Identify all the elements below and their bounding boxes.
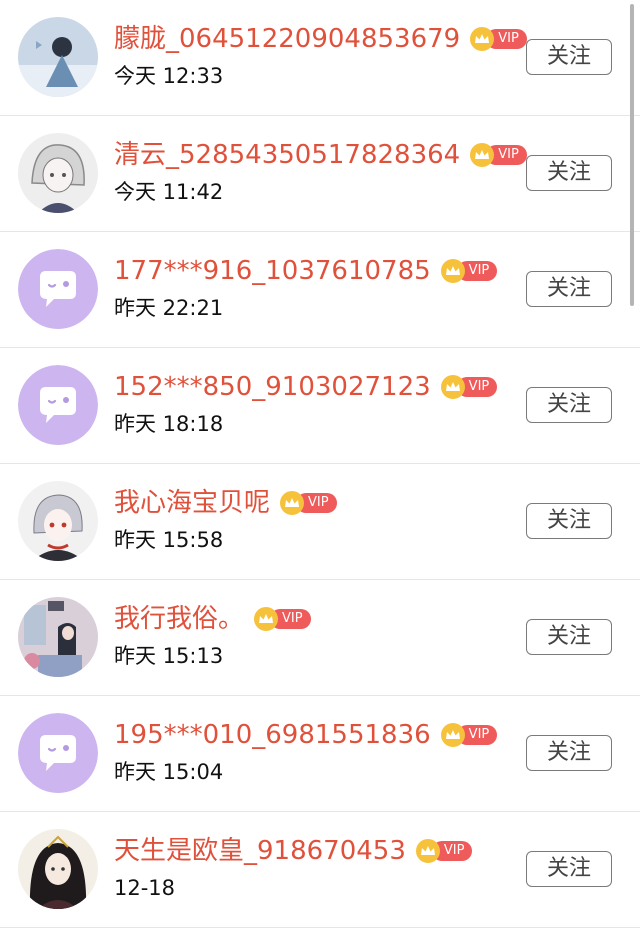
- list-item[interactable]: 我行我俗。 VIP 昨天 15:13 关注: [0, 580, 640, 696]
- crown-icon: [280, 491, 305, 515]
- name-line: 152***850_9103027123 VIP: [114, 370, 498, 404]
- anime-avatar-winter-icon: [18, 17, 98, 97]
- follow-time: 昨天 15:58: [114, 528, 224, 552]
- list-item[interactable]: 195***010_6981551836 VIP 昨天 15:04 关注: [0, 696, 640, 812]
- list-item[interactable]: 朦胧_06451220904853679 VIP 今天 12:33 关注: [0, 0, 640, 116]
- user-name[interactable]: 152***850_9103027123: [114, 370, 431, 404]
- follow-time: 12-18: [114, 876, 176, 900]
- name-line: 177***916_1037610785 VIP: [114, 254, 498, 288]
- follow-button[interactable]: 关注: [526, 503, 612, 539]
- crown-icon: [254, 607, 279, 631]
- follow-button[interactable]: 关注: [526, 155, 612, 191]
- vip-badge: VIP: [440, 723, 498, 747]
- scrollbar[interactable]: [630, 4, 634, 306]
- user-name[interactable]: 我行我俗。: [114, 602, 244, 636]
- crown-icon: [440, 723, 465, 747]
- vip-badge: VIP: [470, 143, 527, 167]
- follower-list: 朦胧_06451220904853679 VIP 今天 12:33 关注 清云_…: [0, 0, 640, 928]
- name-line: 我行我俗。 VIP: [114, 602, 311, 636]
- name-line: 195***010_6981551836 VIP: [114, 718, 498, 752]
- vip-badge: VIP: [470, 27, 527, 51]
- follow-button[interactable]: 关注: [526, 735, 612, 771]
- list-item[interactable]: 天生是欧皇_918670453 VIP 12-18 关注: [0, 812, 640, 928]
- follow-time: 昨天 15:13: [114, 644, 224, 668]
- avatar[interactable]: [18, 597, 98, 677]
- avatar[interactable]: [18, 713, 98, 793]
- follow-button[interactable]: 关注: [526, 39, 612, 75]
- crown-icon: [415, 839, 440, 863]
- name-line: 清云_52854350517828364 VIP: [114, 138, 527, 172]
- default-chat-avatar-icon: [18, 713, 98, 793]
- name-line: 朦胧_06451220904853679 VIP: [114, 22, 527, 56]
- avatar[interactable]: [18, 365, 98, 445]
- follow-time: 昨天 15:04: [114, 760, 224, 784]
- user-name[interactable]: 天生是欧皇_918670453: [114, 834, 406, 868]
- user-name[interactable]: 177***916_1037610785: [114, 254, 431, 288]
- follow-button[interactable]: 关注: [526, 387, 612, 423]
- list-item[interactable]: 我心海宝贝呢 VIP 昨天 15:58 关注: [0, 464, 640, 580]
- crown-icon: [440, 259, 465, 283]
- name-line: 天生是欧皇_918670453 VIP: [114, 834, 473, 868]
- anime-avatar-dark-hair-icon: [18, 829, 98, 909]
- vip-badge: VIP: [280, 491, 337, 515]
- anime-avatar-silver-hair-icon: [18, 481, 98, 561]
- follow-button[interactable]: 关注: [526, 619, 612, 655]
- follow-button[interactable]: 关注: [526, 271, 612, 307]
- name-line: 我心海宝贝呢 VIP: [114, 486, 337, 520]
- user-name[interactable]: 清云_52854350517828364: [114, 138, 460, 172]
- vip-badge: VIP: [254, 607, 311, 631]
- user-name[interactable]: 朦胧_06451220904853679: [114, 22, 460, 56]
- vip-badge: VIP: [440, 259, 498, 283]
- list-item[interactable]: 177***916_1037610785 VIP 昨天 22:21 关注: [0, 232, 640, 348]
- follow-button[interactable]: 关注: [526, 851, 612, 887]
- avatar[interactable]: [18, 17, 98, 97]
- follow-time: 今天 11:42: [114, 180, 224, 204]
- default-chat-avatar-icon: [18, 249, 98, 329]
- follow-time: 今天 12:33: [114, 64, 224, 88]
- avatar[interactable]: [18, 133, 98, 213]
- list-item[interactable]: 清云_52854350517828364 VIP 今天 11:42 关注: [0, 116, 640, 232]
- vip-badge: VIP: [415, 839, 473, 863]
- crown-icon: [440, 375, 465, 399]
- vip-badge: VIP: [440, 375, 498, 399]
- avatar[interactable]: [18, 481, 98, 561]
- user-name[interactable]: 195***010_6981551836: [114, 718, 431, 752]
- avatar[interactable]: [18, 249, 98, 329]
- user-name[interactable]: 我心海宝贝呢: [114, 486, 270, 520]
- anime-avatar-white-hair-icon: [18, 133, 98, 213]
- follow-time: 昨天 22:21: [114, 296, 224, 320]
- default-chat-avatar-icon: [18, 365, 98, 445]
- illustration-avatar-room-icon: [18, 597, 98, 677]
- avatar[interactable]: [18, 829, 98, 909]
- follow-time: 昨天 18:18: [114, 412, 224, 436]
- list-item[interactable]: 152***850_9103027123 VIP 昨天 18:18 关注: [0, 348, 640, 464]
